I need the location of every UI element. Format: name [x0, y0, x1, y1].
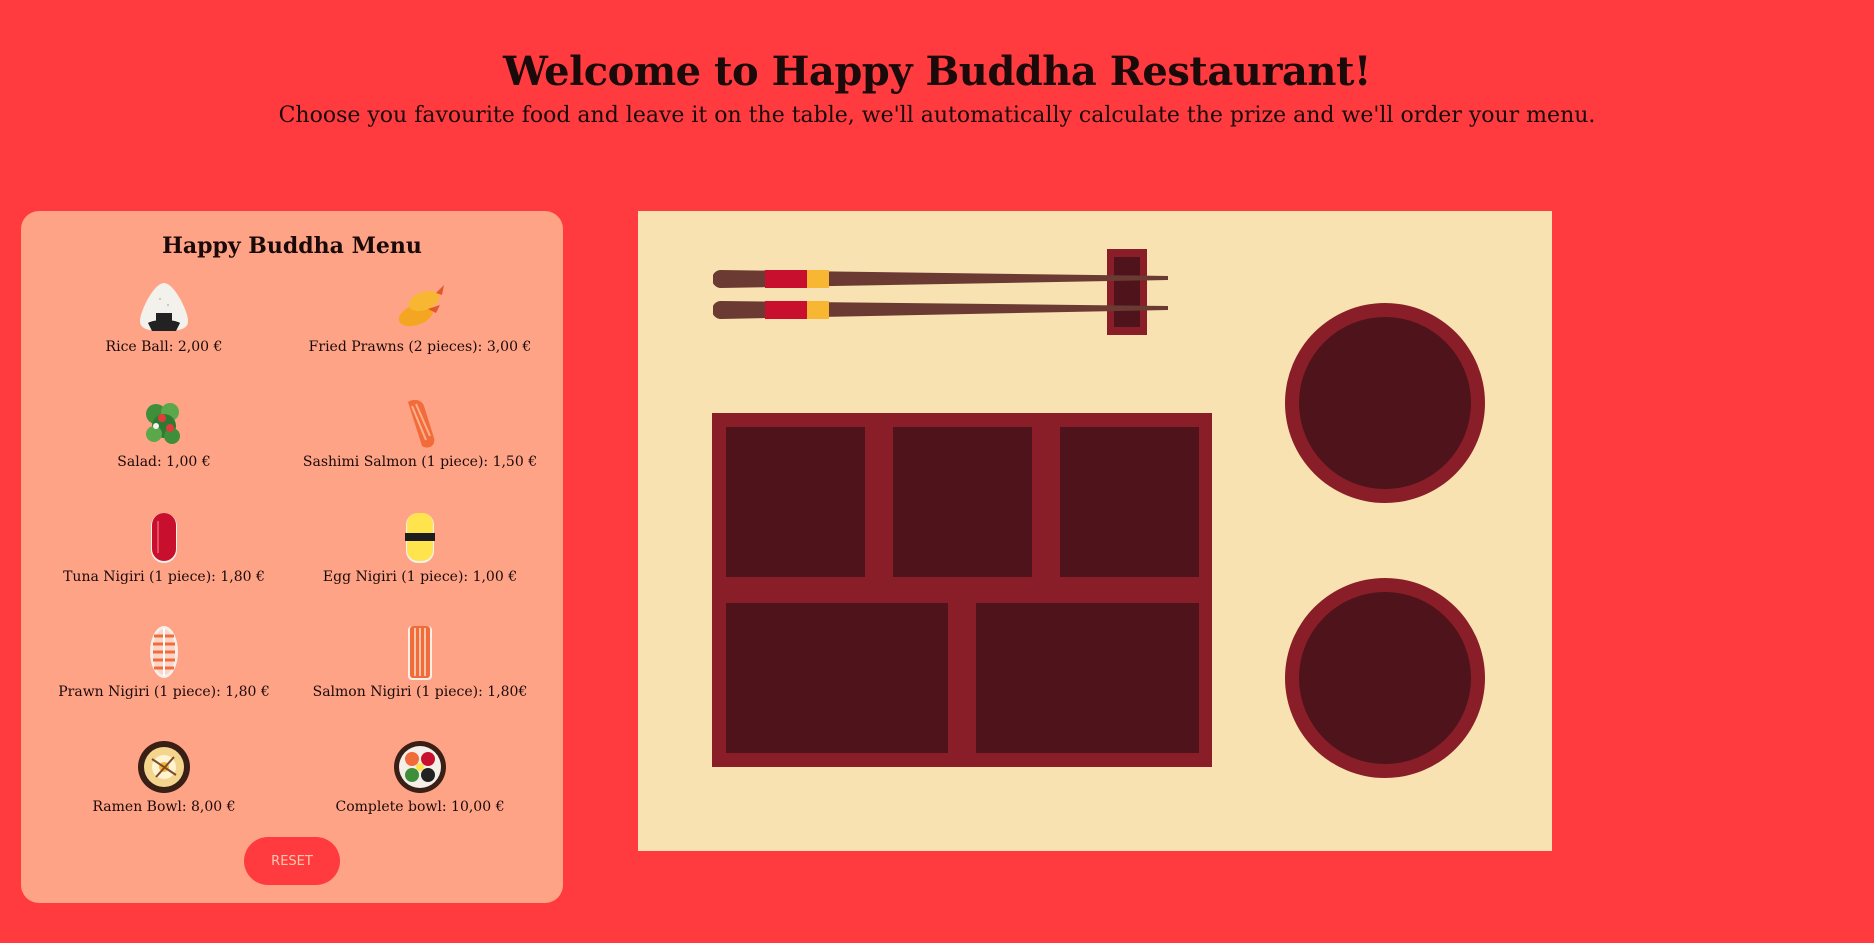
bento-compartment[interactable]	[893, 427, 1032, 577]
menu-item-label: Complete bowl: 10,00 €	[335, 799, 505, 815]
menu-item-label: Sashimi Salmon (1 piece): 1,50 €	[302, 454, 538, 470]
bento-compartment[interactable]	[726, 603, 948, 753]
chopsticks-icon	[713, 249, 1168, 335]
fried-prawns-icon	[398, 285, 444, 327]
tuna-nigiri-icon	[151, 513, 177, 563]
menu-item-sashimi-salmon[interactable]: Sashimi Salmon (1 piece): 1,50 €	[292, 392, 548, 507]
rice-ball-icon	[140, 283, 188, 331]
menu-item-label: Prawn Nigiri (1 piece): 1,80 €	[58, 684, 270, 700]
bento-compartment[interactable]	[976, 603, 1199, 753]
bowl[interactable]	[1285, 303, 1485, 503]
menu-item-label: Fried Prawns (2 pieces): 3,00 €	[308, 339, 532, 355]
bento-compartment[interactable]	[1060, 427, 1199, 577]
menu-title: Happy Buddha Menu	[162, 233, 422, 259]
menu-panel: Happy Buddha Menu Rice Ball: 2,00 € Frie…	[21, 211, 563, 903]
egg-nigiri-icon	[405, 513, 435, 563]
menu-item-fried-prawns[interactable]: Fried Prawns (2 pieces): 3,00 €	[292, 277, 548, 392]
bowl-inner	[1299, 592, 1471, 764]
menu-item-salmon-nigiri[interactable]: Salmon Nigiri (1 piece): 1,80€	[292, 622, 548, 737]
sashimi-salmon-icon	[408, 399, 435, 448]
header: Welcome to Happy Buddha Restaurant! Choo…	[0, 48, 1874, 128]
salmon-nigiri-icon	[408, 626, 432, 680]
complete-bowl-icon	[394, 741, 446, 793]
menu-item-label: Tuna Nigiri (1 piece): 1,80 €	[63, 569, 265, 585]
menu-item-label: Egg Nigiri (1 piece): 1,00 €	[322, 569, 518, 585]
prawn-nigiri-icon	[150, 626, 178, 678]
page-title: Welcome to Happy Buddha Restaurant!	[503, 48, 1372, 95]
page-subtitle: Choose you favourite food and leave it o…	[278, 103, 1596, 128]
menu-grid: Rice Ball: 2,00 € Fried Prawns (2 pieces…	[36, 277, 548, 852]
bento-compartment[interactable]	[726, 427, 865, 577]
ramen-bowl-icon	[138, 741, 190, 793]
menu-item-ramen-bowl[interactable]: Ramen Bowl: 8,00 €	[36, 737, 292, 852]
menu-item-salad[interactable]: Salad: 1,00 €	[36, 392, 292, 507]
table-mat[interactable]	[638, 211, 1552, 851]
menu-item-label: Ramen Bowl: 8,00 €	[92, 799, 236, 815]
menu-item-rice-ball[interactable]: Rice Ball: 2,00 €	[36, 277, 292, 392]
bento-tray[interactable]	[712, 413, 1212, 767]
menu-item-label: Rice Ball: 2,00 €	[105, 339, 223, 355]
menu-item-complete-bowl[interactable]: Complete bowl: 10,00 €	[292, 737, 548, 852]
menu-item-label: Salmon Nigiri (1 piece): 1,80€	[312, 684, 528, 700]
menu-item-prawn-nigiri[interactable]: Prawn Nigiri (1 piece): 1,80 €	[36, 622, 292, 737]
menu-item-egg-nigiri[interactable]: Egg Nigiri (1 piece): 1,00 €	[292, 507, 548, 622]
menu-item-label: Salad: 1,00 €	[117, 454, 211, 470]
bowl[interactable]	[1285, 578, 1485, 778]
bowl-inner	[1299, 317, 1471, 489]
salad-icon	[146, 403, 180, 444]
reset-button[interactable]: RESET	[244, 837, 340, 885]
menu-item-tuna-nigiri[interactable]: Tuna Nigiri (1 piece): 1,80 €	[36, 507, 292, 622]
